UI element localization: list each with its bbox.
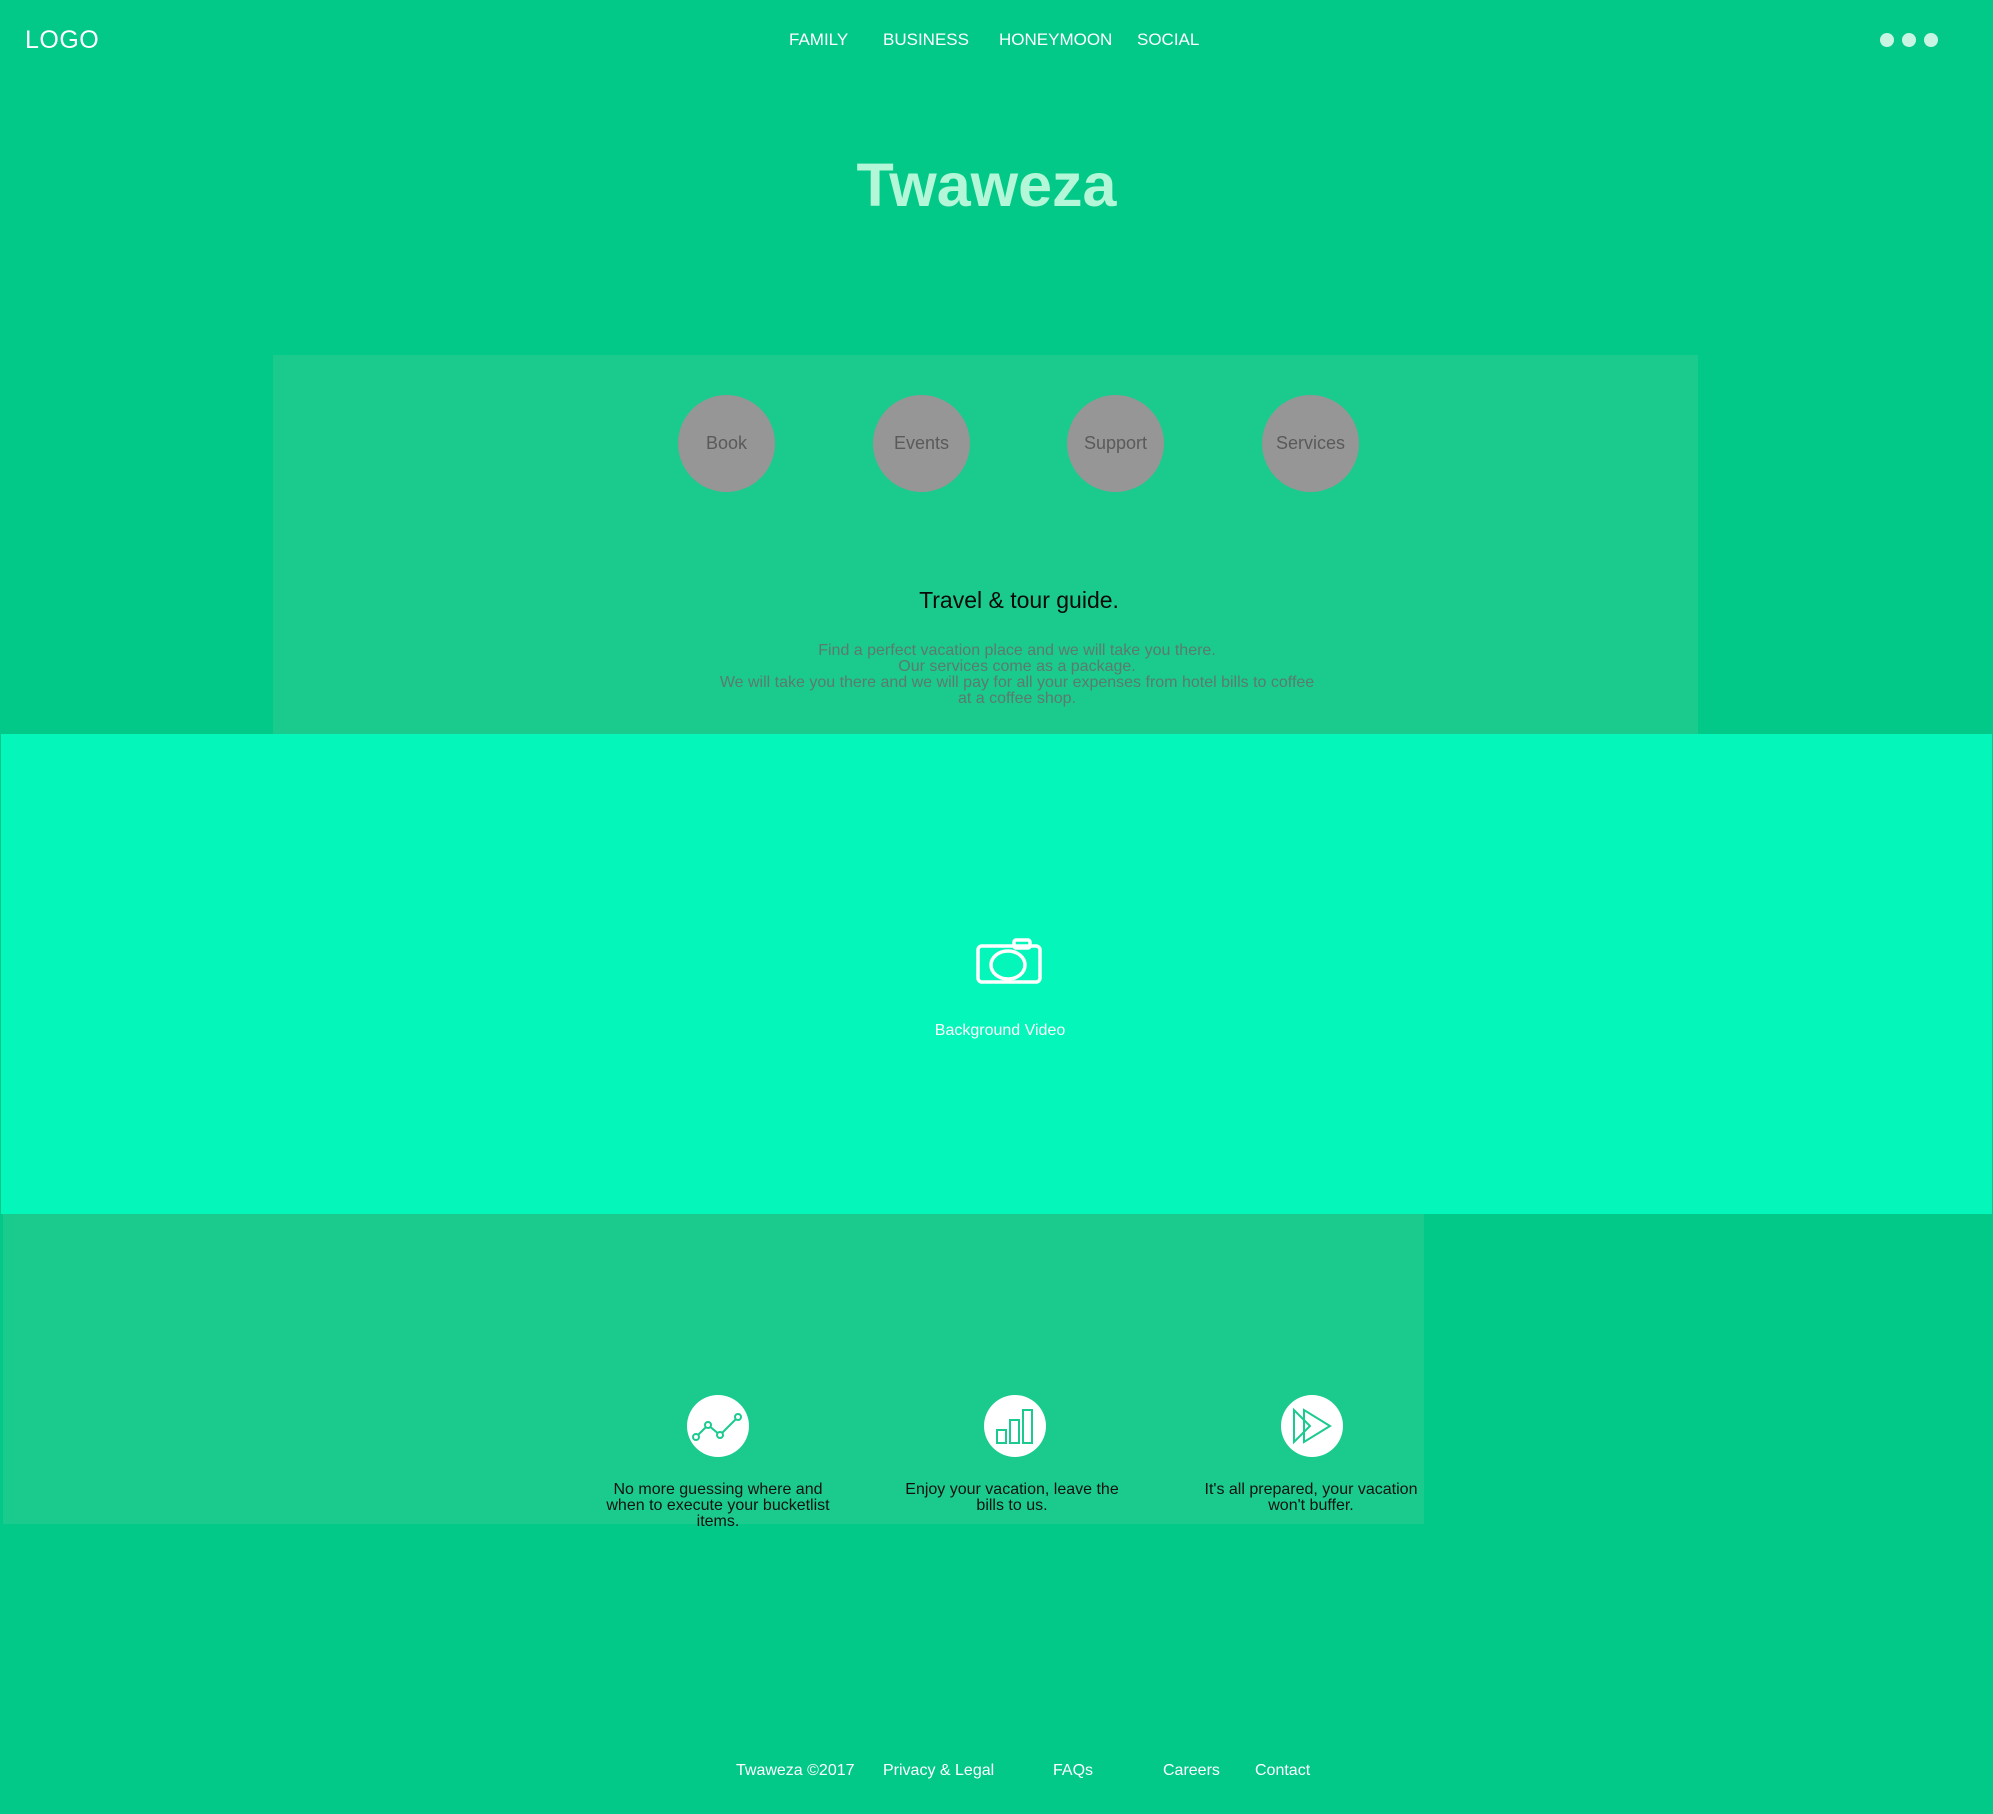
feature-text: No more guessing where and when to execu… [606,1481,830,1530]
dot [1880,33,1894,47]
dot [1924,33,1938,47]
services-button[interactable]: Services [1262,395,1359,492]
description: Find a perfect vacation place and we wil… [700,643,1334,707]
logo[interactable]: LOGO [25,26,99,55]
footer-contact-link[interactable]: Contact [1255,1762,1310,1780]
feature-text: Enjoy your vacation, leave the bills to … [905,1481,1119,1514]
description-line: Find a perfect vacation place and we wil… [818,642,1216,659]
feature-text: It's all prepared, your vacation won't b… [1204,1481,1418,1514]
footer-copyright: Twaweza ©2017 [736,1762,855,1779]
nav-social[interactable]: SOCIAL [1137,30,1199,50]
camera-icon [976,938,1042,984]
nav-honeymoon[interactable]: HONEYMOON [999,30,1112,50]
tagline: Travel & tour guide. [919,587,1119,613]
features-panel [3,1214,1424,1524]
events-button[interactable]: Events [873,395,970,492]
footer-privacy-link[interactable]: Privacy & Legal [883,1762,994,1780]
footer-faqs-link[interactable]: FAQs [1053,1762,1093,1780]
nav-family[interactable]: FAMILY [789,30,848,50]
more-dots-icon[interactable] [1880,30,1944,50]
nav-business[interactable]: BUSINESS [883,30,969,50]
description-line: Our services come as a package. [898,658,1136,675]
support-button[interactable]: Support [1067,395,1164,492]
line-chart-icon [687,1395,749,1457]
book-button[interactable]: Book [678,395,775,492]
dot [1902,33,1916,47]
footer-careers-link[interactable]: Careers [1163,1762,1220,1780]
play-forward-icon [1281,1395,1343,1457]
description-line: at a coffee shop. [957,690,1076,707]
bar-chart-icon [984,1395,1046,1457]
description-line: We will take you there and we will pay f… [719,674,1315,691]
hero-title: Twaweza [856,151,1117,219]
video-label: Background Video [934,1022,1066,1039]
